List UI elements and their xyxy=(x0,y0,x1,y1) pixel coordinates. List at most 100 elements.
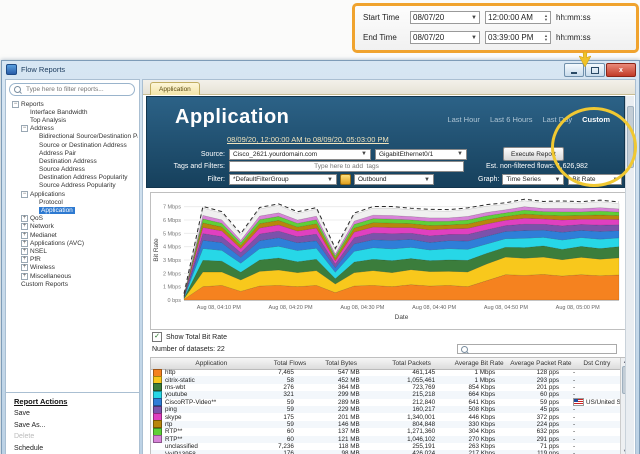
column-header-total-bytes[interactable]: Total Bytes xyxy=(308,360,374,367)
column-header-total-flows[interactable]: Total Flows xyxy=(272,360,309,367)
source-interface-select[interactable]: GigabitEthernet0/1▼ xyxy=(375,149,467,160)
table-search-box[interactable] xyxy=(457,344,617,354)
tags-filters-label: Tags and Filters: xyxy=(147,163,229,170)
avg-packet-rate-value: 128 pps xyxy=(509,369,573,376)
tags-input[interactable] xyxy=(229,161,464,172)
avg-bit-rate-value: 270 Kbps xyxy=(449,436,509,443)
y-tick-label: 4 Mbps xyxy=(163,245,181,251)
expand-icon[interactable]: + xyxy=(21,215,28,222)
tree-item-source-or-destination-address[interactable]: Source or Destination Address xyxy=(8,141,138,149)
report-action-schedule[interactable]: Schedule xyxy=(14,445,131,452)
tree-item-top-analysis[interactable]: Top Analysis xyxy=(8,116,138,124)
graph-type-select[interactable]: Time Series▼ xyxy=(502,174,564,185)
tree-item-network[interactable]: +Network xyxy=(8,223,138,231)
column-header-dst-cntry[interactable]: Dst Cntry xyxy=(573,360,621,367)
tree-item-pfr[interactable]: +PfR xyxy=(8,256,138,264)
tab-application[interactable]: Application xyxy=(150,82,200,95)
time-range-annotation-panel: Start Time 08/07/20 ▼ 12:00:00 AM ▲▼ hh:… xyxy=(352,3,639,53)
tree-item-wireless[interactable]: +Wireless xyxy=(8,264,138,272)
total-bytes-value: 289 MB xyxy=(308,399,374,406)
range-link-custom[interactable]: Custom xyxy=(582,115,610,124)
column-header-total-packets[interactable]: Total Packets xyxy=(374,360,449,367)
execute-report-button[interactable]: Execute Report xyxy=(503,147,564,161)
filter-direction-icon[interactable] xyxy=(340,174,351,185)
tree-item-source-address[interactable]: Source Address xyxy=(8,166,138,174)
expand-icon[interactable]: + xyxy=(21,264,28,271)
dst-country-cell: - xyxy=(573,384,621,391)
graph-metric-select[interactable]: Bit Rate▼ xyxy=(568,174,622,185)
total-packets-value: 212,840 xyxy=(374,399,449,406)
chevron-down-icon: ▼ xyxy=(471,35,477,41)
table-row-voip13958[interactable]: VoIP1395817698 MB426,024217 Kbps119 pps- xyxy=(151,450,621,454)
tree-item-interface-bandwidth[interactable]: Interface Bandwidth xyxy=(8,108,138,116)
tree-item-label: Miscellaneous xyxy=(30,273,71,280)
expand-icon[interactable]: + xyxy=(21,256,28,263)
tree-item-destination-address[interactable]: Destination Address xyxy=(8,157,138,165)
collapse-icon[interactable]: − xyxy=(21,125,28,132)
main-scroll-thumb[interactable] xyxy=(627,106,634,168)
tree-item-protocol[interactable]: Protocol xyxy=(8,198,138,206)
dst-country-cell: - xyxy=(573,406,621,413)
total-packets-value: 804,848 xyxy=(374,421,449,428)
tree-item-nsel[interactable]: +NSEL xyxy=(8,247,138,255)
column-header-average-bit-rate[interactable]: Average Bit Rate xyxy=(449,360,509,367)
tree-item-bidirectional-source-destination-pair[interactable]: Bidirectional Source/Destination Pair xyxy=(8,133,138,141)
y-tick-label: 1 Mbps xyxy=(163,285,181,291)
sidebar-search-box[interactable] xyxy=(9,83,135,96)
end-time-spinner[interactable]: 03:39:00 PM ▲▼ xyxy=(485,31,551,44)
range-link-last-day[interactable]: Last Day xyxy=(542,115,572,124)
dst-country-cell: - xyxy=(573,414,621,421)
end-date-dropdown[interactable]: 08/07/20 ▼ xyxy=(410,31,480,44)
application-name[interactable]: VoIP13958 xyxy=(165,451,196,454)
close-button[interactable]: x xyxy=(606,63,636,77)
range-link-last-hour[interactable]: Last Hour xyxy=(447,115,480,124)
collapse-icon[interactable]: − xyxy=(21,191,28,198)
tree-item-custom-reports[interactable]: Custom Reports xyxy=(8,280,138,288)
time-format-hint: hh:mm:ss xyxy=(556,33,591,42)
report-action-save-as-[interactable]: Save As... xyxy=(14,422,131,429)
range-link-last-6-hours[interactable]: Last 6 Hours xyxy=(490,115,533,124)
tree-item-applications[interactable]: −Applications xyxy=(8,190,138,198)
start-time-spinner[interactable]: 12:00:00 AM ▲▼ xyxy=(485,11,551,24)
tree-item-applications-avc-[interactable]: +Applications (AVC) xyxy=(8,239,138,247)
main-scrollbar[interactable] xyxy=(625,96,634,454)
report-action-save[interactable]: Save xyxy=(14,410,131,417)
tree-item-application[interactable]: Application xyxy=(8,206,138,214)
start-date-dropdown[interactable]: 08/07/20 ▼ xyxy=(410,11,480,24)
expand-icon[interactable]: + xyxy=(21,240,28,247)
column-header-average-packet-rate[interactable]: Average Packet Rate xyxy=(509,360,573,367)
dst-country-cell: - xyxy=(573,443,621,450)
direction-select[interactable]: Outbound▼ xyxy=(354,174,434,185)
y-tick-label: 3 Mbps xyxy=(163,258,181,264)
expand-icon[interactable]: + xyxy=(21,223,28,230)
report-date-range-link[interactable]: 08/09/20, 12:00:00 AM to 08/09/20, 05:03… xyxy=(227,135,389,144)
tree-item-miscellaneous[interactable]: +Miscellaneous xyxy=(8,272,138,280)
x-tick-label: Aug 08, 04:40 PM xyxy=(412,305,456,311)
column-header-application[interactable]: Application xyxy=(151,360,272,367)
tree-item-medianet[interactable]: +Medianet xyxy=(8,231,138,239)
filter-group-select[interactable]: *DefaultFilterGroup▼ xyxy=(229,174,337,185)
show-total-checkbox[interactable]: ✓ xyxy=(152,332,162,342)
expand-icon[interactable]: + xyxy=(21,273,28,280)
tree-item-label: Protocol xyxy=(39,199,63,206)
dst-country-cell: - xyxy=(573,436,621,443)
table-search-input[interactable] xyxy=(471,345,613,354)
tree-item-reports[interactable]: −Reports xyxy=(8,100,138,108)
sidebar-search-input[interactable] xyxy=(24,85,130,94)
tree-item-destination-address-popularity[interactable]: Destination Address Popularity xyxy=(8,174,138,182)
tree-item-source-address-popularity[interactable]: Source Address Popularity xyxy=(8,182,138,190)
page-title: Application xyxy=(175,106,289,129)
total-packets-value: 426,024 xyxy=(374,450,449,454)
report-actions-panel: Report Actions SaveSave As...DeleteSched… xyxy=(6,392,139,454)
collapse-icon[interactable]: − xyxy=(12,101,19,108)
expand-icon[interactable]: + xyxy=(21,248,28,255)
source-device-select[interactable]: Cisco_2621.yourdomain.com▼ xyxy=(229,149,371,160)
tree-item-address-pair[interactable]: Address Pair xyxy=(8,149,138,157)
avg-bit-rate-value: 330 Kbps xyxy=(449,421,509,428)
window-titlebar[interactable]: Flow Reports x xyxy=(2,61,639,77)
tree-item-address[interactable]: −Address xyxy=(8,125,138,133)
dst-country-cell: - xyxy=(573,421,621,428)
close-icon: x xyxy=(619,67,623,74)
expand-icon[interactable]: + xyxy=(21,232,28,239)
tree-item-qos[interactable]: +QoS xyxy=(8,215,138,223)
